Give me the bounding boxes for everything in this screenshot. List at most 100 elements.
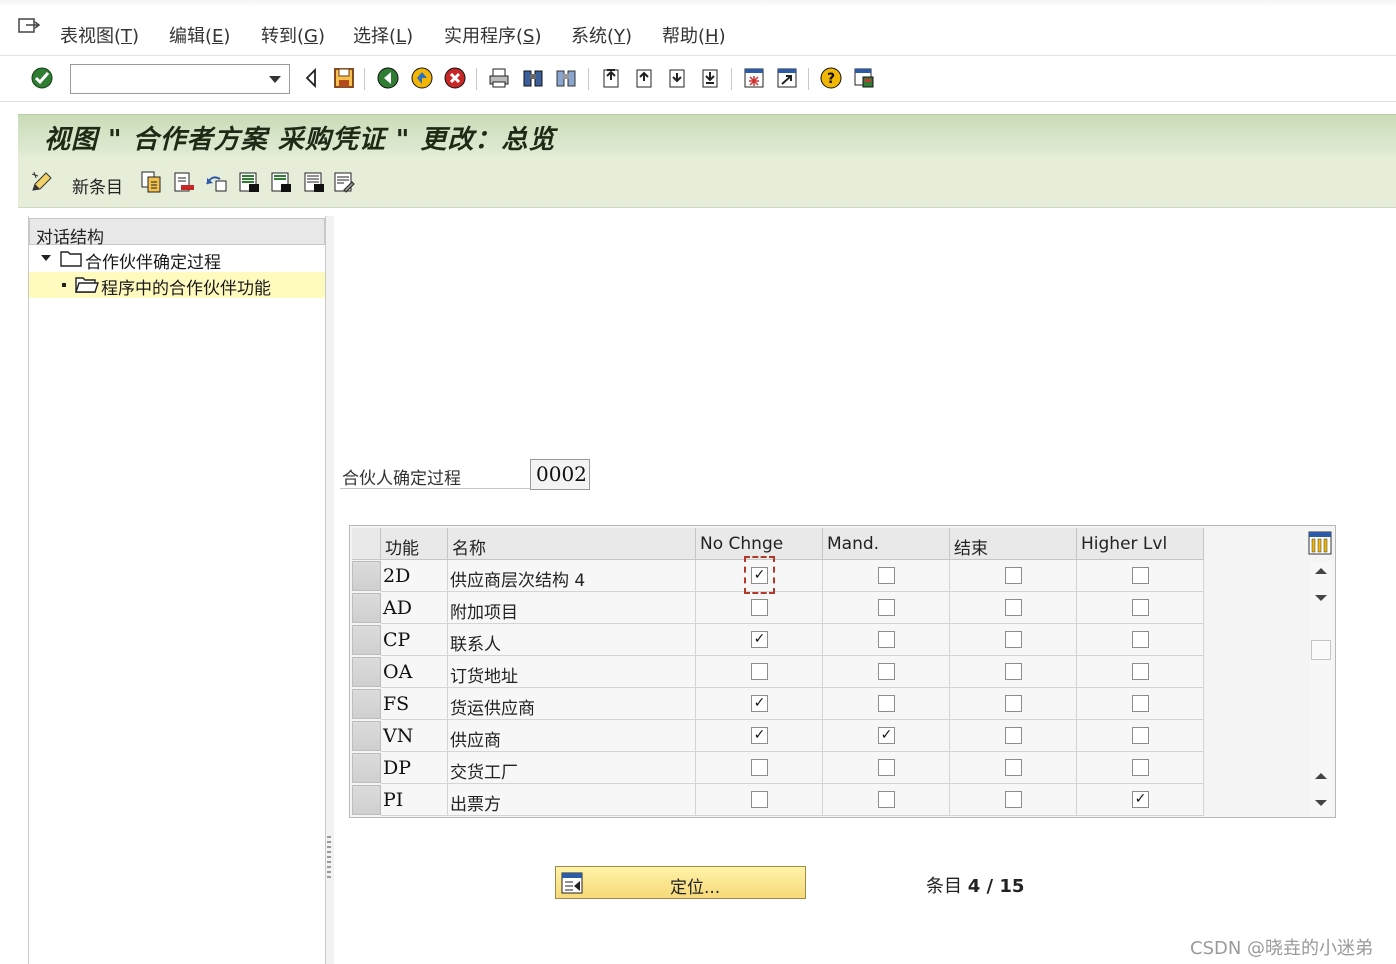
procedure-field[interactable]: 0002: [530, 459, 590, 490]
next-page-icon[interactable]: [665, 66, 689, 90]
mandatory-checkbox[interactable]: [878, 663, 895, 680]
select-all-icon[interactable]: [237, 170, 261, 194]
command-dropdown-icon[interactable]: [269, 76, 281, 83]
copy-as-icon[interactable]: [139, 170, 163, 194]
end-checkbox[interactable]: [1005, 791, 1022, 808]
tree-item-partner-functions[interactable]: 程序中的合作伙伴功能: [29, 272, 325, 299]
higher-level-checkbox[interactable]: [1132, 567, 1149, 584]
row-selector[interactable]: [352, 593, 381, 623]
menu-help[interactable]: 帮助(H): [662, 22, 726, 48]
scroll-page-down-icon[interactable]: [1315, 595, 1327, 601]
enter-check-icon[interactable]: [30, 66, 54, 90]
splitter-grip-icon[interactable]: [327, 836, 331, 880]
menu-utilities[interactable]: 实用程序(S): [444, 22, 542, 48]
row-selector[interactable]: [352, 785, 381, 815]
deselect-all-icon[interactable]: [302, 170, 326, 194]
previous-page-icon[interactable]: [632, 66, 656, 90]
menu-table-view[interactable]: 表视图(T): [60, 22, 139, 48]
row-selector[interactable]: [352, 721, 381, 751]
higher-level-checkbox[interactable]: [1132, 727, 1149, 744]
new-entry-button[interactable]: 新条目: [72, 173, 123, 198]
find-next-icon[interactable]: [554, 66, 578, 90]
no-change-checkbox[interactable]: ✓: [751, 727, 768, 744]
scrollbar-thumb[interactable]: [1311, 640, 1331, 660]
higher-level-checkbox[interactable]: [1132, 695, 1149, 712]
panel-splitter[interactable]: [326, 216, 334, 964]
shortcut-icon[interactable]: [775, 66, 799, 90]
position-button[interactable]: 定位...: [555, 866, 806, 899]
row-selector[interactable]: [352, 561, 381, 591]
higher-level-checkbox[interactable]: [1132, 759, 1149, 776]
function-code-cell[interactable]: 2D: [381, 560, 448, 592]
layout-icon[interactable]: [852, 66, 876, 90]
function-code-cell[interactable]: OA: [381, 656, 448, 688]
no-change-checkbox[interactable]: [751, 663, 768, 680]
no-change-checkbox[interactable]: ✓: [751, 631, 768, 648]
scroll-up-icon[interactable]: [1315, 773, 1327, 779]
cancel-icon[interactable]: [443, 66, 467, 90]
end-checkbox[interactable]: [1005, 695, 1022, 712]
higher-level-checkbox[interactable]: [1132, 599, 1149, 616]
no-change-checkbox[interactable]: [751, 599, 768, 616]
exit-icon[interactable]: [410, 66, 434, 90]
row-selector[interactable]: [352, 689, 381, 719]
select-block-icon[interactable]: [269, 170, 293, 194]
column-header-function[interactable]: 功能: [381, 528, 448, 560]
menu-system[interactable]: 系统(Y): [571, 22, 632, 48]
help-icon[interactable]: ?: [819, 66, 843, 90]
column-header-end[interactable]: 结束: [950, 528, 1077, 560]
column-header-higher-level[interactable]: Higher Lvl: [1077, 528, 1204, 560]
end-checkbox[interactable]: [1005, 631, 1022, 648]
end-checkbox[interactable]: [1005, 599, 1022, 616]
function-code-cell[interactable]: AD: [381, 592, 448, 624]
higher-level-checkbox[interactable]: ✓: [1132, 791, 1149, 808]
mandatory-checkbox[interactable]: ✓: [878, 727, 895, 744]
back-nav-icon[interactable]: [300, 66, 324, 90]
command-field[interactable]: [70, 64, 290, 94]
row-selector[interactable]: [352, 657, 381, 687]
no-change-checkbox[interactable]: [751, 791, 768, 808]
undo-change-icon[interactable]: [204, 170, 228, 194]
menu-goto[interactable]: 转到(G): [261, 22, 325, 48]
function-code-cell[interactable]: DP: [381, 752, 448, 784]
edit-pencil-icon[interactable]: [30, 170, 54, 194]
mandatory-checkbox[interactable]: [878, 791, 895, 808]
mandatory-checkbox[interactable]: [878, 695, 895, 712]
function-code-cell[interactable]: CP: [381, 624, 448, 656]
no-change-checkbox[interactable]: [751, 759, 768, 776]
end-checkbox[interactable]: [1005, 567, 1022, 584]
save-icon[interactable]: [332, 66, 356, 90]
create-session-icon[interactable]: [742, 66, 766, 90]
higher-level-checkbox[interactable]: [1132, 663, 1149, 680]
function-code-cell[interactable]: VN: [381, 720, 448, 752]
row-selector[interactable]: [352, 625, 381, 655]
higher-level-checkbox[interactable]: [1132, 631, 1149, 648]
function-code-cell[interactable]: PI: [381, 784, 448, 816]
no-change-checkbox[interactable]: ✓: [751, 695, 768, 712]
tree-expanded-icon[interactable]: [41, 255, 51, 261]
column-header-name[interactable]: 名称: [448, 528, 696, 560]
first-page-icon[interactable]: [599, 66, 623, 90]
select-all-rows-header[interactable]: [352, 528, 381, 560]
column-configuration-icon[interactable]: [1308, 531, 1332, 555]
column-header-mandatory[interactable]: Mand.: [823, 528, 950, 560]
mandatory-checkbox[interactable]: [878, 567, 895, 584]
mandatory-checkbox[interactable]: [878, 759, 895, 776]
print-icon[interactable]: [487, 66, 511, 90]
find-icon[interactable]: [521, 66, 545, 90]
tree-item-partner-determination[interactable]: 合作伙伴确定过程: [29, 246, 325, 273]
last-page-icon[interactable]: [698, 66, 722, 90]
mandatory-checkbox[interactable]: [878, 631, 895, 648]
details-icon[interactable]: [332, 170, 356, 194]
end-checkbox[interactable]: [1005, 663, 1022, 680]
scroll-down-icon[interactable]: [1315, 800, 1327, 806]
menu-edit[interactable]: 编辑(E): [169, 22, 230, 48]
menu-toggle-icon[interactable]: [18, 18, 40, 36]
mandatory-checkbox[interactable]: [878, 599, 895, 616]
function-code-cell[interactable]: FS: [381, 688, 448, 720]
back-icon[interactable]: [376, 66, 400, 90]
delete-icon[interactable]: [172, 170, 196, 194]
row-selector[interactable]: [352, 753, 381, 783]
menu-select[interactable]: 选择(L): [353, 22, 413, 48]
end-checkbox[interactable]: [1005, 759, 1022, 776]
